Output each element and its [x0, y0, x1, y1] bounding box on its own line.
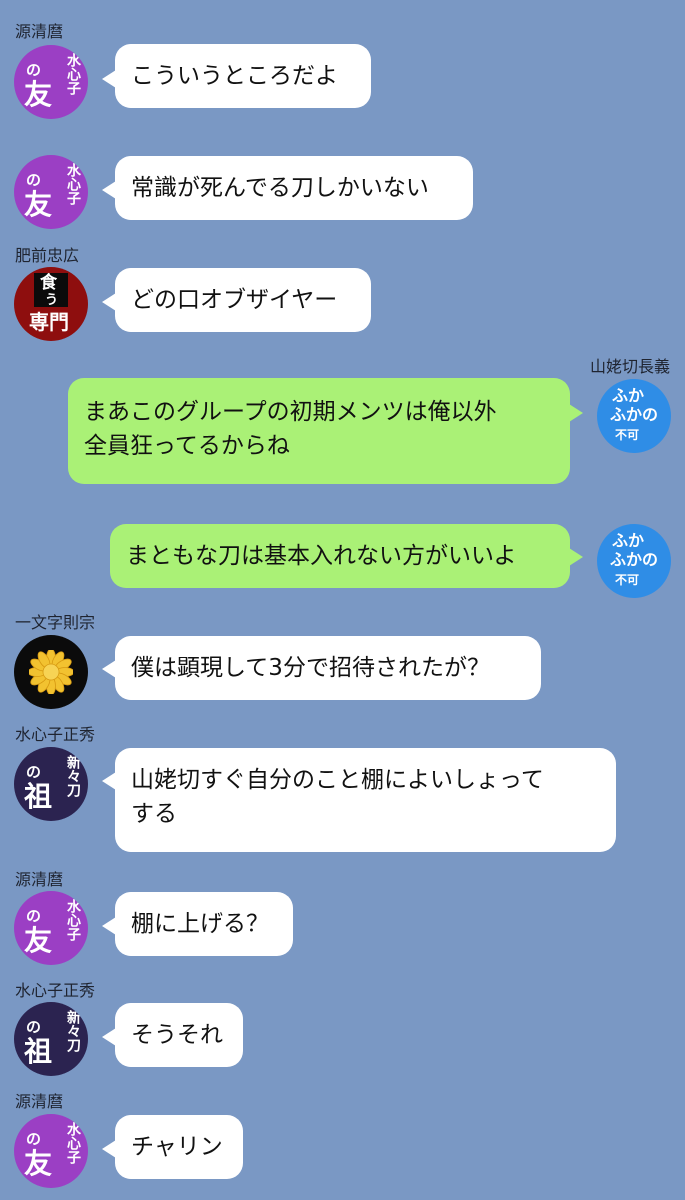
purple-mizugokoro-icon[interactable]: の 友 水心子 — [14, 1114, 88, 1188]
message-bubble[interactable]: こういうところだよ — [115, 44, 371, 108]
sender-name: 山姥切長義 — [589, 357, 670, 376]
avatar-text: 水心子 — [65, 899, 81, 941]
message-bubble[interactable]: そうそれ — [115, 1003, 243, 1067]
chrysanthemum-flower — [29, 650, 73, 694]
bubble-tail — [102, 917, 116, 935]
avatar-text: 水心子 — [65, 163, 81, 205]
message-bubble[interactable]: 常識が死んでる刀しかいない — [115, 156, 473, 220]
sender-name: 源清麿 — [15, 870, 64, 889]
bubble-tail — [102, 1028, 116, 1046]
avatar-text: ふかの — [610, 550, 659, 569]
avatar-text: 専門 — [29, 310, 69, 334]
blue-fukafuka-icon[interactable]: ふか ふかの 不可 — [597, 524, 671, 598]
shoku-senmon-icon[interactable]: 食 う 専門 — [14, 267, 88, 341]
bubble-tail — [102, 70, 116, 88]
avatar-text: ふか — [612, 531, 645, 550]
avatar-text: 祖 — [24, 1035, 53, 1068]
avatar-text: 新々刀 — [65, 1010, 81, 1052]
avatar-text: の — [26, 907, 42, 925]
avatar-text: の — [26, 763, 42, 781]
message-bubble[interactable]: チャリン — [115, 1115, 243, 1179]
message-bubble[interactable]: 棚に上げる？ — [115, 892, 293, 956]
sender-name: 源清麿 — [15, 22, 64, 41]
avatar-text: 友 — [24, 188, 53, 221]
purple-mizugokoro-icon[interactable]: の 友 水心子 — [14, 155, 88, 229]
purple-mizugokoro-icon[interactable]: の 友 水心子 — [14, 45, 88, 119]
message-bubble[interactable]: 山姥切すぐ自分のこと棚によいしょって する — [115, 748, 616, 852]
bubble-tail — [569, 404, 583, 422]
avatar-text: の — [26, 171, 42, 189]
avatar-text: 不可 — [615, 573, 640, 587]
avatar-text: 友 — [24, 924, 53, 957]
bubble-tail — [102, 293, 116, 311]
sender-name: 一文字則宗 — [15, 613, 96, 632]
avatar-text: 新々刀 — [65, 755, 81, 797]
avatar-text: 祖 — [24, 780, 53, 813]
bubble-tail — [102, 660, 116, 678]
sender-name: 水心子正秀 — [15, 981, 96, 1000]
sender-name: 源清麿 — [15, 1092, 64, 1111]
message-bubble[interactable]: まあこのグループの初期メンツは俺以外 全員狂ってるからね — [68, 378, 570, 484]
bubble-tail — [102, 772, 116, 790]
sender-name: 水心子正秀 — [15, 725, 96, 744]
sender-name: 肥前忠広 — [15, 246, 80, 265]
avatar-text: 水心子 — [65, 53, 81, 95]
avatar-text: ふか — [612, 386, 645, 405]
avatar-text: の — [26, 1130, 42, 1148]
navy-shinshinto-icon[interactable]: の 祖 新々刀 — [14, 1002, 88, 1076]
avatar-text: う — [45, 293, 59, 308]
avatar-text: の — [26, 1018, 42, 1036]
blue-fukafuka-icon[interactable]: ふか ふかの 不可 — [597, 379, 671, 453]
bubble-tail — [102, 1140, 116, 1158]
bubble-tail — [569, 548, 583, 566]
avatar-text: の — [26, 61, 42, 79]
avatar-text: ふかの — [610, 405, 659, 424]
avatar-text: 友 — [24, 1147, 53, 1180]
avatar-text: 食 — [40, 273, 57, 293]
avatar-text: 友 — [24, 78, 53, 111]
purple-mizugokoro-icon[interactable]: の 友 水心子 — [14, 891, 88, 965]
message-bubble[interactable]: どの口オブザイヤー — [115, 268, 371, 332]
avatar-text: 不可 — [615, 428, 640, 442]
navy-shinshinto-icon[interactable]: の 祖 新々刀 — [14, 747, 88, 821]
message-bubble[interactable]: 僕は顕現して3分で招待されたが？ — [115, 636, 541, 700]
chrysanthemum-icon[interactable] — [14, 635, 88, 709]
avatar-text: 水心子 — [65, 1122, 81, 1164]
bubble-tail — [102, 181, 116, 199]
message-bubble[interactable]: まともな刀は基本入れない方がいいよ — [110, 524, 570, 588]
